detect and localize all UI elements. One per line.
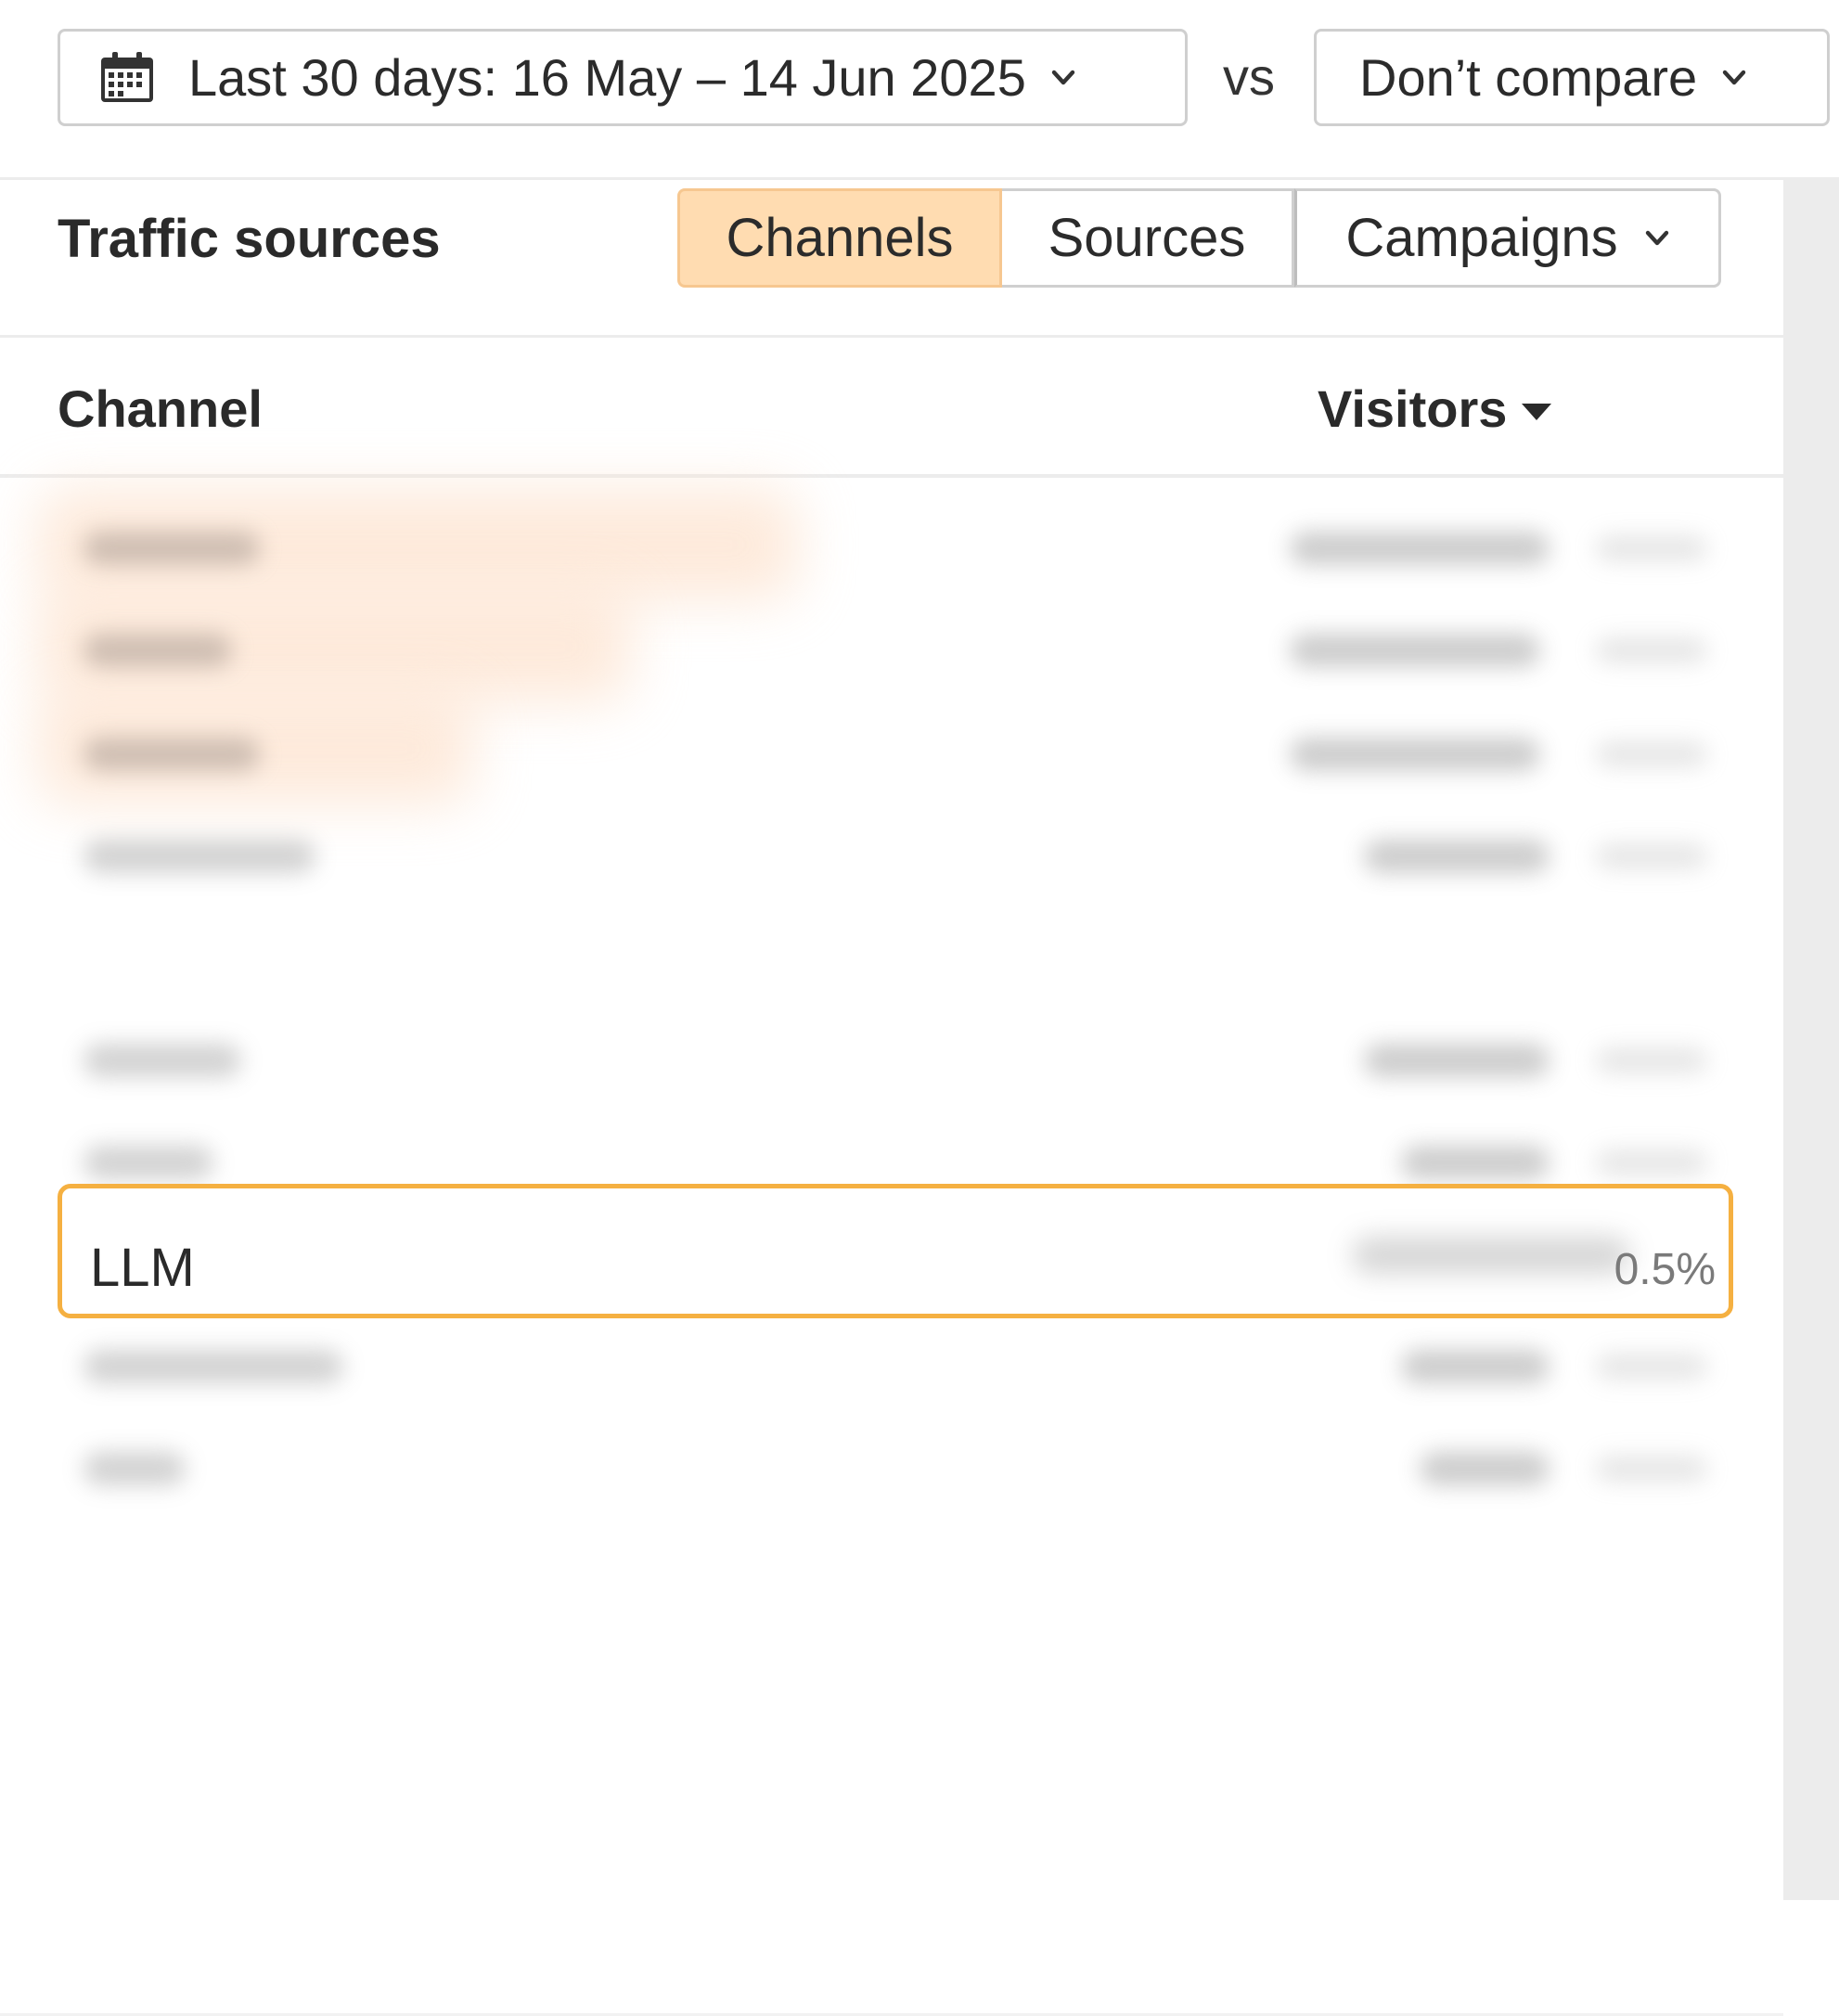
redacted-text xyxy=(84,738,260,771)
redacted-value xyxy=(1596,637,1707,663)
table-row[interactable] xyxy=(0,804,1783,906)
redacted-value xyxy=(1596,843,1707,869)
tab-sources[interactable]: Sources xyxy=(1002,188,1294,288)
tab-channels[interactable]: Channels xyxy=(677,188,1002,288)
redacted-value xyxy=(1364,840,1550,873)
scrollbar-track[interactable] xyxy=(1783,180,1839,1900)
chevron-down-icon xyxy=(1645,230,1668,245)
sort-desc-icon xyxy=(1522,403,1552,420)
chevron-down-icon xyxy=(1722,70,1746,84)
redacted-text xyxy=(84,634,232,667)
table-row[interactable] xyxy=(0,496,1783,598)
table-row[interactable] xyxy=(0,1008,1783,1111)
redacted-text xyxy=(84,1452,186,1485)
traffic-tabs: Channels Sources Campaigns xyxy=(677,188,1721,288)
redacted-text xyxy=(84,1044,241,1077)
compare-label: Don’t compare xyxy=(1359,48,1698,107)
calendar-icon xyxy=(101,51,153,102)
channel-name: LLM xyxy=(90,1238,195,1298)
redacted-value xyxy=(1290,738,1540,771)
redacted-text xyxy=(84,532,260,565)
redacted-text xyxy=(84,1350,343,1383)
redacted-value xyxy=(1596,1149,1707,1175)
tab-sources-label: Sources xyxy=(1048,208,1246,268)
divider xyxy=(0,335,1783,338)
column-header-visitors[interactable]: Visitors xyxy=(1318,379,1552,439)
filter-bar: Last 30 days: 16 May – 14 Jun 2025 vs Do… xyxy=(0,0,1839,180)
tab-channels-label: Channels xyxy=(726,208,954,268)
date-range-picker[interactable]: Last 30 days: 16 May – 14 Jun 2025 xyxy=(58,29,1188,126)
divider xyxy=(0,474,1783,478)
visitor-share: 0.5% xyxy=(1614,1245,1716,1294)
redacted-text xyxy=(84,840,315,873)
date-range-label: Last 30 days: 16 May – 14 Jun 2025 xyxy=(188,48,1026,107)
redacted-value xyxy=(1596,535,1707,561)
vs-label: vs xyxy=(1223,47,1275,106)
table-row[interactable] xyxy=(0,702,1783,804)
redacted-value xyxy=(1401,1146,1550,1179)
redacted-value xyxy=(1420,1452,1550,1485)
redacted-value xyxy=(1401,1350,1550,1383)
redacted-value xyxy=(1596,1354,1707,1380)
chevron-down-icon xyxy=(1051,70,1075,84)
column-header-visitors-label: Visitors xyxy=(1318,379,1508,438)
table-row[interactable] xyxy=(0,1315,1783,1417)
redacted-value xyxy=(1364,1044,1550,1077)
redacted-value xyxy=(1352,1237,1630,1274)
redacted-value xyxy=(1290,634,1540,667)
tab-campaigns[interactable]: Campaigns xyxy=(1294,188,1721,288)
panel-title: Traffic sources xyxy=(58,209,441,269)
table-row-llm[interactable]: LLM 0.5% xyxy=(58,1184,1733,1318)
table-row[interactable] xyxy=(0,598,1783,700)
redacted-text xyxy=(84,1146,213,1179)
table-body xyxy=(0,480,1783,1871)
table-row[interactable] xyxy=(0,1417,1783,1519)
redacted-value xyxy=(1596,1456,1707,1482)
redacted-value xyxy=(1596,741,1707,767)
column-header-channel: Channel xyxy=(58,379,263,438)
redacted-value xyxy=(1290,532,1550,565)
traffic-sources-panel: Traffic sources Channels Sources Campaig… xyxy=(0,180,1783,2016)
tab-campaigns-label: Campaigns xyxy=(1345,208,1618,268)
compare-dropdown[interactable]: Don’t compare xyxy=(1314,29,1830,126)
redacted-value xyxy=(1596,1047,1707,1073)
